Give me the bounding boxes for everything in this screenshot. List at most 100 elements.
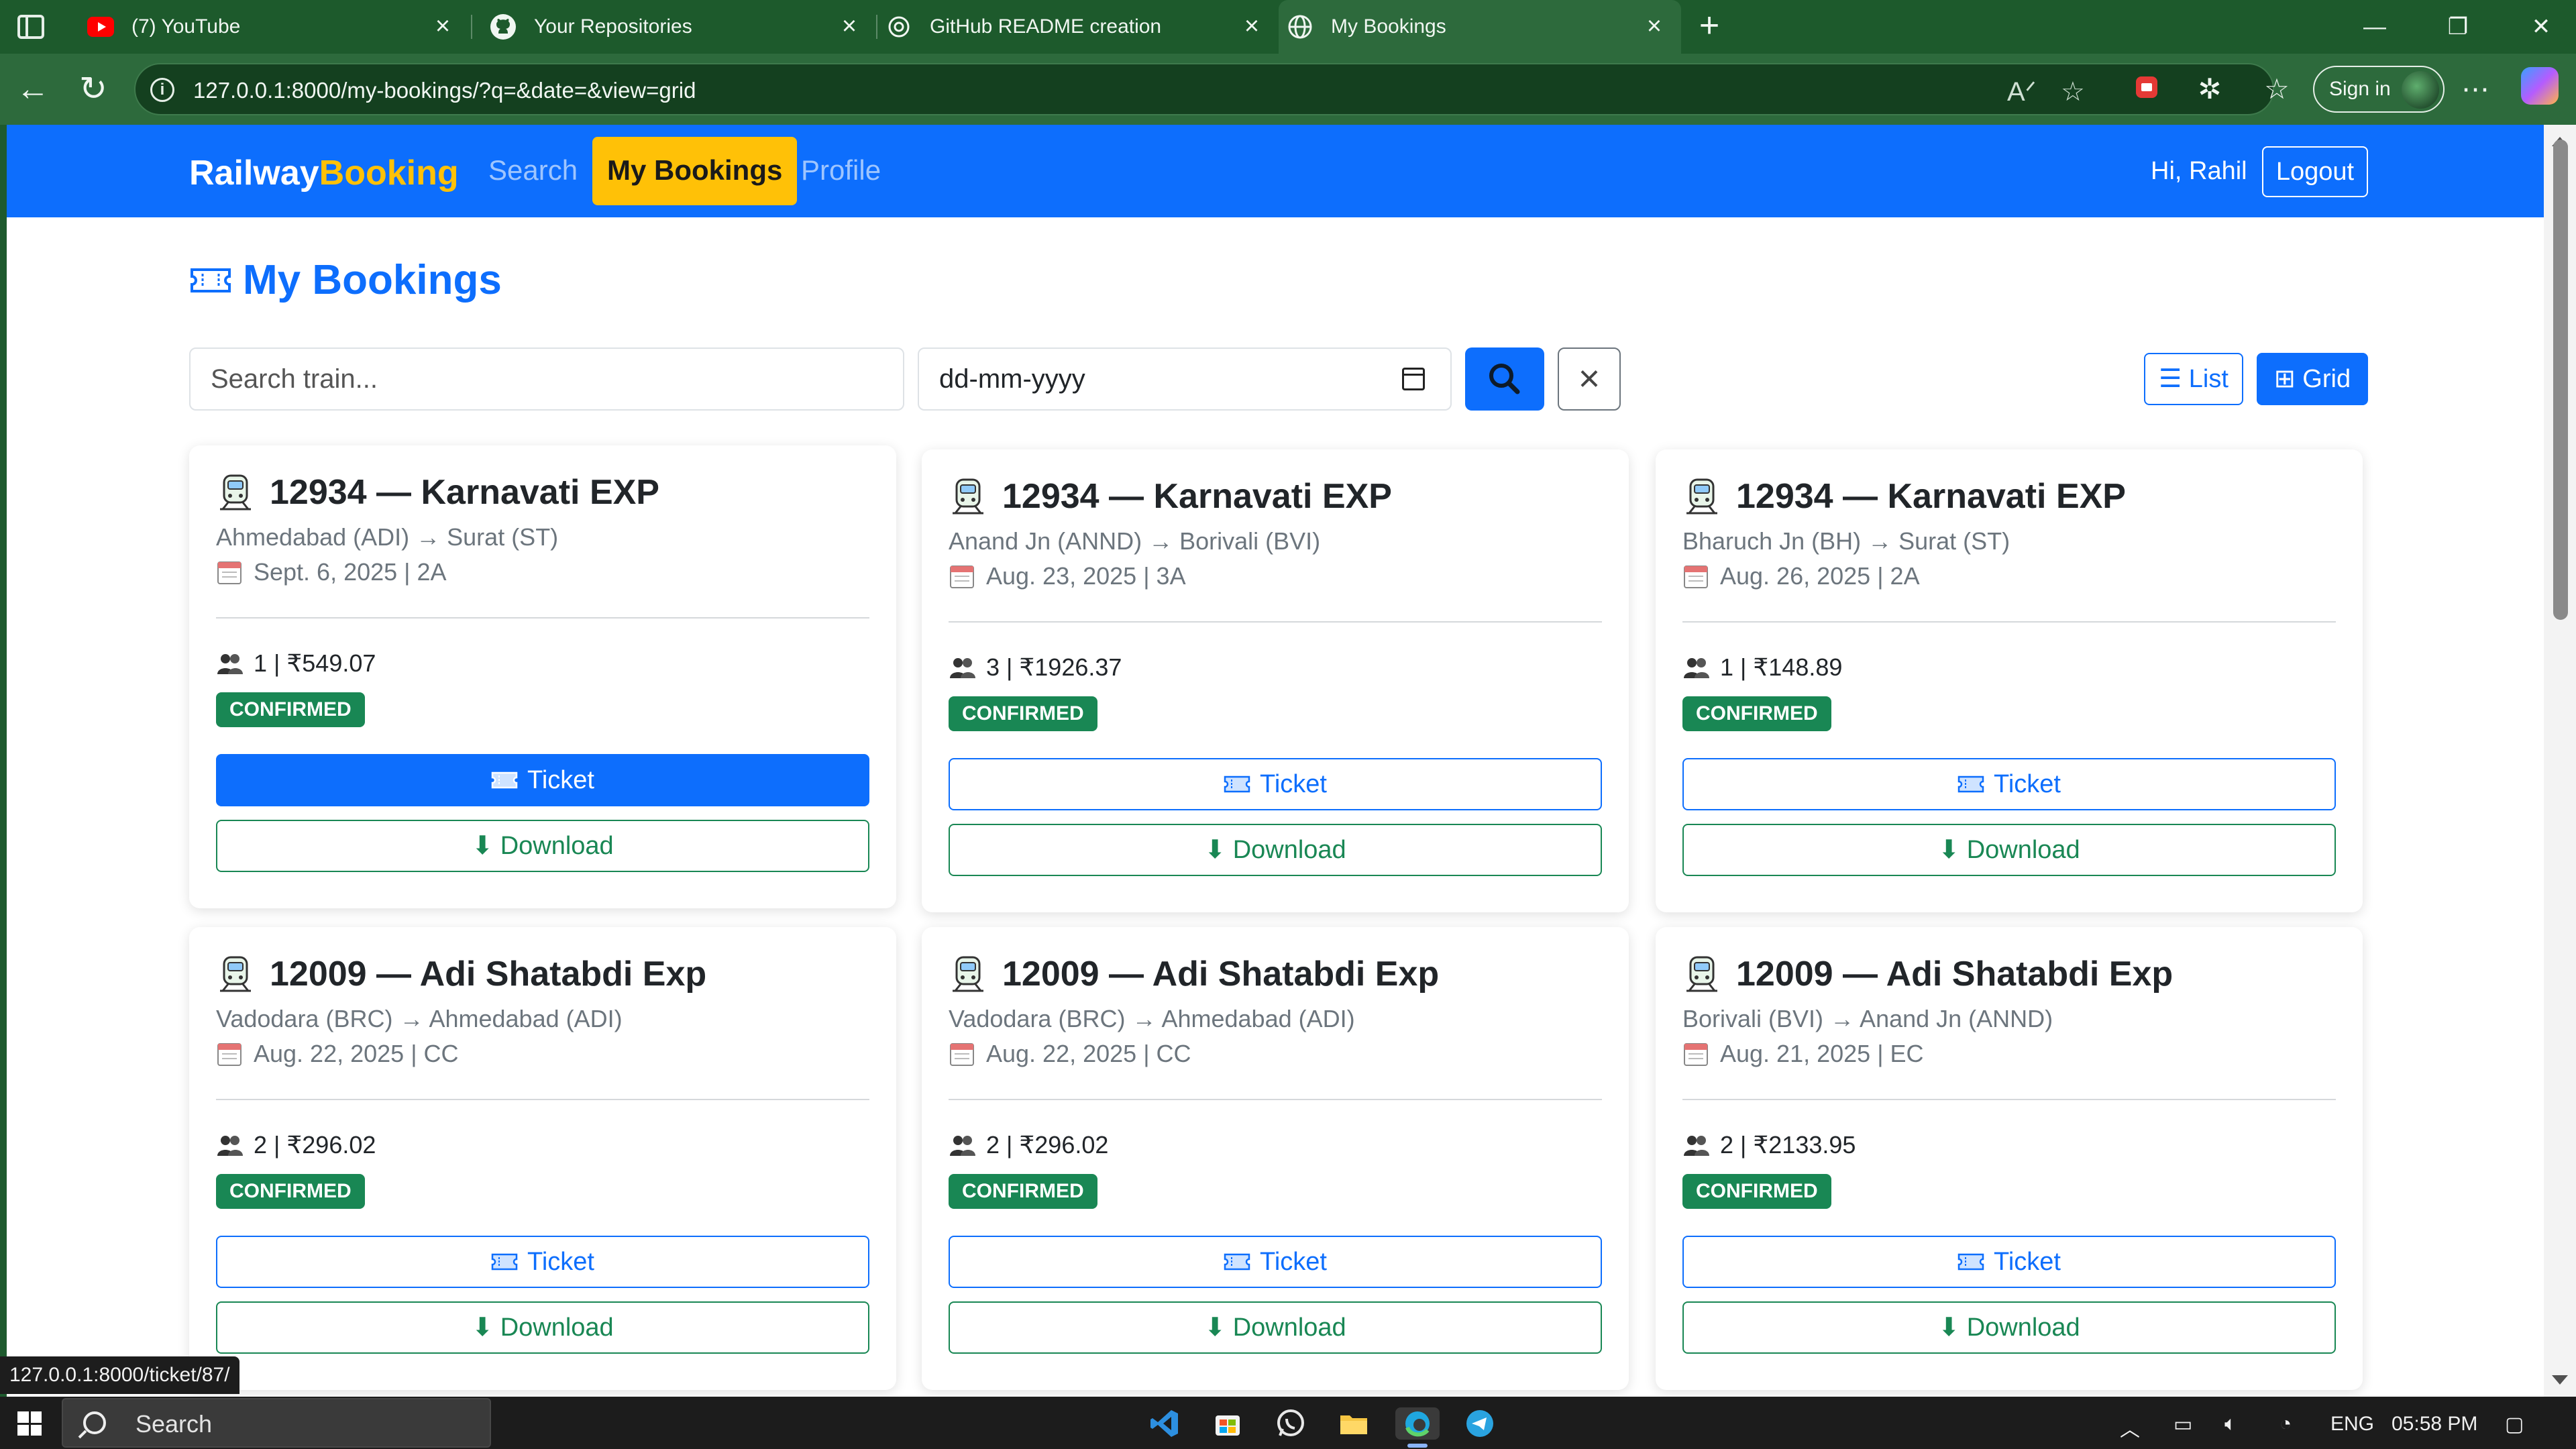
card-divider: [1682, 621, 2336, 623]
file-explorer-icon[interactable]: [1338, 1407, 1370, 1440]
logout-button[interactable]: Logout: [2262, 146, 2368, 197]
taskbar-search[interactable]: Search: [62, 1398, 491, 1448]
booking-card: 12009 — Adi Shatabdi Exp Vadodara (BRC) →…: [189, 927, 896, 1390]
tab-label: (7) YouTube: [131, 15, 241, 38]
brand-logo[interactable]: RailwayBooking: [189, 153, 459, 193]
passengers-fare-text: 2 | ₹2133.95: [1720, 1131, 1856, 1159]
scroll-down-arrow[interactable]: [2552, 1375, 2568, 1385]
train-name: 12934 — Karnavati EXP: [270, 473, 659, 512]
link-status-bar: 127.0.0.1:8000/ticket/87/: [0, 1356, 239, 1394]
scroll-thumb[interactable]: [2553, 140, 2568, 620]
tab-actions-icon[interactable]: [17, 15, 44, 39]
back-icon[interactable]: ←: [13, 70, 52, 109]
tab-my-bookings[interactable]: My Bookings ×: [1279, 0, 1681, 54]
view-ticket-button[interactable]: Ticket: [1682, 758, 2336, 810]
booking-card: 12009 — Adi Shatabdi Exp Vadodara (BRC) →…: [922, 927, 1629, 1390]
nav-profile[interactable]: Profile: [801, 154, 881, 186]
read-aloud-icon[interactable]: Aᐟ: [2007, 76, 2037, 107]
tab-repositories[interactable]: Your Repositories ×: [474, 0, 876, 54]
clear-filter-button[interactable]: ×: [1558, 347, 1621, 411]
show-hidden-icons[interactable]: ︿: [2120, 1413, 2140, 1442]
url-text: 127.0.0.1:8000/my-bookings/?q=&date=&vie…: [193, 78, 696, 103]
view-ticket-button[interactable]: Ticket: [949, 758, 1602, 810]
close-tab-icon[interactable]: ×: [1241, 13, 1263, 39]
ticket-icon: [191, 268, 231, 292]
ticket-icon: [1957, 1253, 1984, 1271]
reload-icon[interactable]: ↻: [74, 70, 113, 109]
view-list-label: List: [2188, 365, 2229, 393]
download-ticket-button[interactable]: ⬇ Download: [216, 820, 869, 872]
extensions-puzzle-icon[interactable]: ✲: [2191, 72, 2229, 105]
close-tab-icon[interactable]: ×: [432, 13, 453, 39]
view-ticket-button[interactable]: Ticket: [949, 1236, 1602, 1288]
clock[interactable]: 05:58 PM: [2392, 1413, 2477, 1436]
view-list-button[interactable]: ☰ List: [2144, 353, 2243, 405]
favorites-icon[interactable]: ☆: [2258, 72, 2296, 105]
download-ticket-button[interactable]: ⬇ Download: [949, 824, 1602, 876]
tab-label: My Bookings: [1331, 15, 1446, 38]
extension-icon[interactable]: [2128, 74, 2165, 107]
status-badge: CONFIRMED: [216, 692, 365, 727]
booking-card: 12009 — Adi Shatabdi Exp Borivali (BVI) →…: [1656, 927, 2363, 1390]
tab-separator: [876, 15, 877, 39]
view-ticket-button[interactable]: Ticket: [1682, 1236, 2336, 1288]
download-ticket-button[interactable]: ⬇ Download: [949, 1301, 1602, 1354]
view-ticket-button[interactable]: Ticket: [216, 754, 869, 806]
favorite-star-icon[interactable]: ☆: [2061, 76, 2085, 107]
view-grid-button[interactable]: ⊞ Grid: [2257, 353, 2368, 405]
train-icon: [220, 474, 251, 511]
avatar: [2402, 71, 2439, 109]
close-tab-icon[interactable]: ×: [1644, 13, 1665, 39]
restore-button[interactable]: ❐: [2438, 9, 2478, 44]
volume-icon[interactable]: 🔈︎: [2224, 1413, 2237, 1436]
new-tab-button[interactable]: +: [1692, 8, 1727, 44]
route-text: Vadodara (BRC) → Ahmedabad (ADI): [216, 1005, 623, 1032]
journey-date-class: Aug. 26, 2025 | 2A: [1682, 562, 1920, 590]
sign-in-button[interactable]: Sign in: [2313, 66, 2445, 113]
whatsapp-icon[interactable]: [1275, 1407, 1307, 1440]
date-filter-input[interactable]: dd-mm-yyyy: [918, 347, 1452, 411]
close-tab-icon[interactable]: ×: [839, 13, 860, 39]
search-button[interactable]: [1465, 347, 1544, 411]
calendar-icon[interactable]: [1402, 368, 1425, 390]
telegram-icon[interactable]: [1464, 1407, 1496, 1440]
ticket-label: Ticket: [1260, 1247, 1327, 1276]
microsoft-store-icon[interactable]: [1212, 1407, 1244, 1440]
more-menu-icon[interactable]: ⋯: [2457, 72, 2494, 105]
download-ticket-button[interactable]: ⬇ Download: [216, 1301, 869, 1354]
taskbar-search-label: Search: [136, 1410, 213, 1438]
tab-readme[interactable]: GitHub README creation ×: [879, 0, 1279, 54]
tab-youtube[interactable]: (7) YouTube ×: [67, 0, 470, 54]
nav-my-bookings[interactable]: My Bookings: [592, 137, 798, 205]
vscode-icon[interactable]: [1148, 1407, 1181, 1440]
view-grid-label: Grid: [2302, 365, 2351, 393]
download-ticket-button[interactable]: ⬇ Download: [1682, 824, 2336, 876]
notifications-icon[interactable]: ▢: [2505, 1413, 2524, 1436]
copilot-icon[interactable]: [2521, 67, 2559, 105]
sign-in-label: Sign in: [2329, 78, 2391, 100]
language-indicator[interactable]: ENG: [2330, 1413, 2374, 1436]
passengers-fare-text: 3 | ₹1926.37: [986, 653, 1122, 681]
passengers-fare-text: 2 | ₹296.02: [254, 1131, 376, 1159]
address-bar[interactable]: i 127.0.0.1:8000/my-bookings/?q=&date=&v…: [134, 63, 2274, 115]
route-text: Anand Jn (ANND) → Borivali (BVI): [949, 527, 1321, 555]
status-badge: CONFIRMED: [949, 696, 1097, 731]
booking-card: 12934 — Karnavati EXP Ahmedabad (ADI) → S…: [189, 445, 896, 908]
site-info-icon[interactable]: i: [150, 78, 174, 102]
view-ticket-button[interactable]: Ticket: [216, 1236, 869, 1288]
search-train-input[interactable]: [189, 347, 904, 411]
nav-search[interactable]: Search: [488, 154, 578, 186]
train-title: 12009 — Adi Shatabdi Exp: [949, 954, 1439, 994]
minimize-button[interactable]: —: [2355, 9, 2395, 44]
battery-icon[interactable]: ▭: [2174, 1413, 2192, 1436]
edge-icon[interactable]: [1395, 1407, 1440, 1440]
page-scrollbar[interactable]: [2544, 125, 2576, 1397]
download-ticket-button[interactable]: ⬇ Download: [1682, 1301, 2336, 1354]
browser-tab-strip: (7) YouTube × Your Repositories × GitHub…: [0, 0, 2576, 54]
list-icon: ☰: [2159, 365, 2182, 393]
start-button[interactable]: [17, 1411, 42, 1436]
close-window-button[interactable]: ✕: [2521, 9, 2561, 44]
wifi-icon[interactable]: ◔: [2279, 1413, 2292, 1436]
openai-icon: [885, 13, 912, 40]
brand-main: Railway: [189, 154, 319, 193]
